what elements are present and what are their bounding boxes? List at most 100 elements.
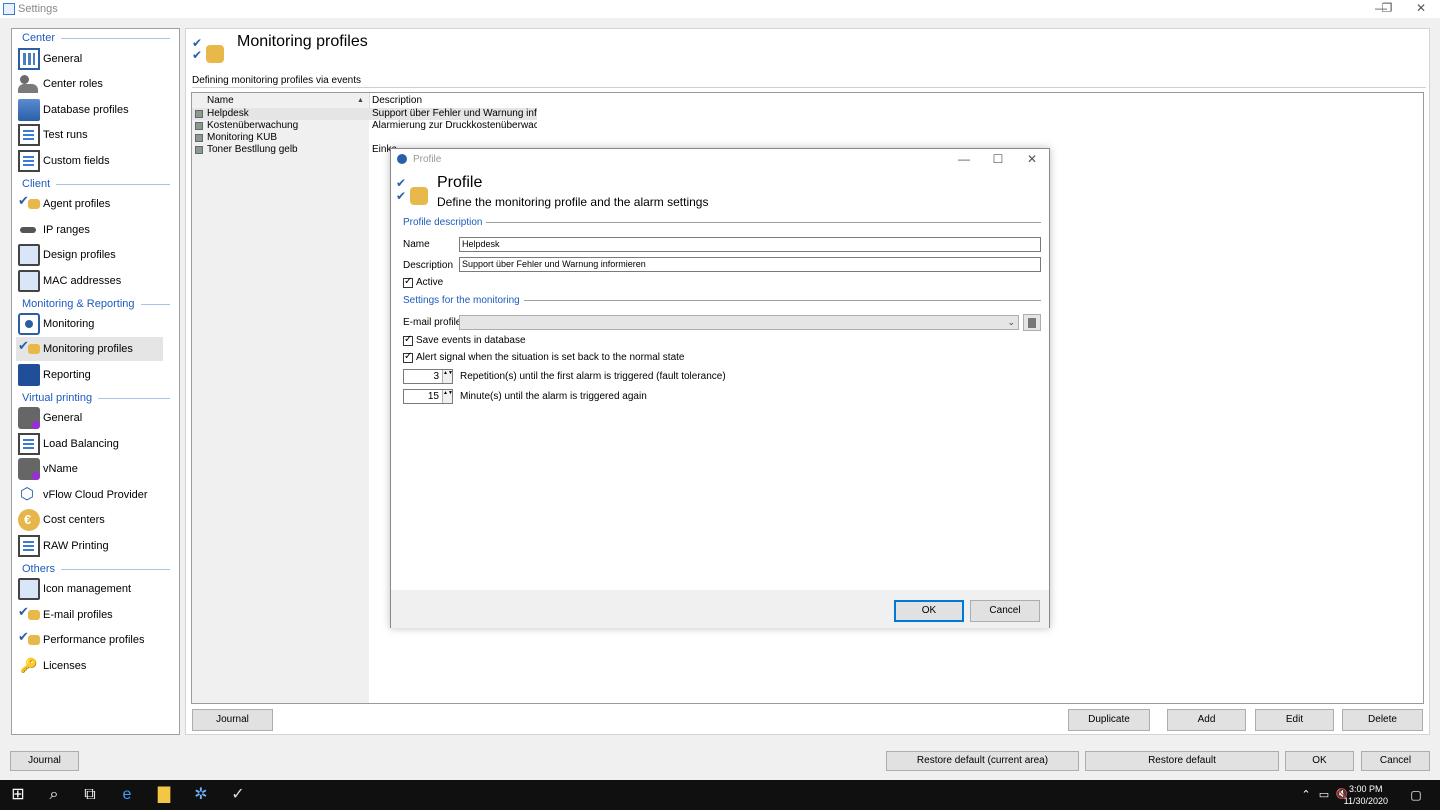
repetitions-stepper[interactable]: 3 ▲▼: [403, 369, 453, 384]
monitoring-profiles-icon: [192, 37, 226, 67]
description-input[interactable]: Support über Fehler und Warnung informie…: [459, 257, 1041, 272]
profile-icon: [195, 134, 203, 142]
active-checkbox[interactable]: Active: [403, 276, 443, 288]
app-icon[interactable]: ✲: [191, 785, 211, 805]
checkbox-checked-icon: [403, 276, 413, 288]
add-button[interactable]: Add: [1167, 709, 1246, 731]
nav-item-design-profiles[interactable]: Design profiles: [16, 243, 163, 267]
table-row[interactable]: Kostenüberwachung Alarmierung zur Druckko…: [192, 120, 537, 132]
table-row[interactable]: Helpdesk Support über Fehler und Warnung …: [192, 108, 537, 120]
task-view-icon[interactable]: ⧉: [80, 785, 100, 805]
nav-item-vflow-cloud-provider[interactable]: vFlow Cloud Provider: [16, 483, 163, 507]
document-icon: [18, 433, 40, 455]
footer-cancel-button[interactable]: Cancel: [1361, 751, 1430, 771]
checkbox-checked-icon: [403, 351, 413, 363]
checklist-icon: [18, 604, 40, 626]
journal-button[interactable]: Journal: [192, 709, 273, 731]
nav-item-performance-profiles[interactable]: Performance profiles: [16, 628, 163, 652]
nav-item-cost-centers[interactable]: Cost centers: [16, 508, 163, 532]
footer-ok-button[interactable]: OK: [1285, 751, 1354, 771]
nav-item-reporting[interactable]: Reporting: [16, 363, 163, 387]
search-icon[interactable]: ⌕: [44, 785, 64, 805]
nav-item-database-profiles[interactable]: Database profiles: [16, 98, 163, 122]
checkbox-checked-icon: [403, 334, 413, 346]
nav-item-vname[interactable]: vName: [16, 457, 163, 481]
monitor-icon: [18, 270, 40, 292]
monitor-icon: [18, 578, 40, 600]
nav-item-email-profiles[interactable]: E-mail profiles: [16, 603, 163, 627]
settings-app-icon[interactable]: ✓: [228, 785, 248, 805]
nav-item-test-runs[interactable]: Test runs: [16, 123, 163, 147]
name-label: Name: [403, 239, 430, 250]
plug-icon: [18, 219, 40, 241]
windows-start-icon[interactable]: ⊞: [8, 785, 28, 805]
email-profile-select[interactable]: ⌄: [459, 315, 1019, 330]
restore-default-button[interactable]: Restore default: [1085, 751, 1279, 771]
nav-item-monitoring-profiles[interactable]: Monitoring profiles: [16, 337, 163, 361]
nav-section-others: Others: [22, 563, 170, 575]
document-icon: [18, 150, 40, 172]
file-explorer-icon[interactable]: ▇: [154, 785, 174, 805]
table-row[interactable]: Monitoring KUB: [192, 132, 537, 144]
email-profile-label: E-mail profile: [403, 317, 462, 328]
page-title: Monitoring profiles: [237, 33, 368, 50]
nav-item-general[interactable]: General: [16, 47, 163, 71]
section-divider: [192, 87, 1426, 88]
target-icon: [18, 313, 40, 335]
dialog-ok-button[interactable]: OK: [894, 600, 964, 622]
dialog-window-title: Profile: [413, 154, 442, 165]
close-button[interactable]: ✕: [1404, 0, 1438, 18]
printer-icon: [18, 407, 40, 429]
dialog-cancel-button[interactable]: Cancel: [970, 600, 1040, 622]
delete-button[interactable]: Delete: [1342, 709, 1423, 731]
monitor-icon: [18, 244, 40, 266]
nav-item-load-balancing[interactable]: Load Balancing: [16, 432, 163, 456]
profile-dialog: Profile — ☐ ✕ Profile Define the monitor…: [390, 148, 1050, 628]
nav-item-ip-ranges[interactable]: IP ranges: [16, 218, 163, 242]
footer-journal-button[interactable]: Journal: [10, 751, 79, 771]
window-titlebar: Settings — ❐ ✕: [0, 0, 1440, 18]
nav-section-client: Client: [22, 178, 170, 190]
minutes-stepper[interactable]: 15 ▲▼: [403, 389, 453, 404]
nav-item-licenses[interactable]: Licenses: [16, 654, 163, 678]
grid-icon: [18, 48, 40, 70]
restore-default-current-button[interactable]: Restore default (current area): [886, 751, 1079, 771]
alert-signal-checkbox[interactable]: Alert signal when the situation is set b…: [403, 351, 684, 363]
nav-item-vp-general[interactable]: General: [16, 406, 163, 430]
checklist-icon: [18, 193, 40, 215]
system-clock[interactable]: 3:00 PM 11/30/2020: [1344, 783, 1388, 807]
document-icon: [18, 535, 40, 557]
minutes-label: Minute(s) until the alarm is triggered a…: [460, 391, 647, 402]
nav-item-custom-fields[interactable]: Custom fields: [16, 149, 163, 173]
save-events-checkbox[interactable]: Save events in database: [403, 334, 526, 346]
column-header-description[interactable]: Description: [372, 95, 422, 109]
monitoring-profile-icon: [396, 177, 430, 209]
edge-browser-icon[interactable]: e: [117, 785, 137, 805]
nav-item-center-roles[interactable]: Center roles: [16, 72, 163, 96]
email-profile-browse-button[interactable]: [1023, 314, 1041, 331]
nav-item-monitoring[interactable]: Monitoring: [16, 312, 163, 336]
euro-icon: [18, 509, 40, 531]
notifications-icon[interactable]: ▢: [1406, 785, 1426, 805]
duplicate-button[interactable]: Duplicate: [1068, 709, 1150, 731]
dialog-close-button[interactable]: ✕: [1017, 151, 1047, 167]
description-label: Description: [403, 260, 454, 271]
stepper-arrows-icon[interactable]: ▲▼: [442, 390, 453, 403]
people-icon: [18, 73, 40, 95]
key-icon: [18, 655, 40, 677]
restore-button[interactable]: ❐: [1370, 0, 1404, 18]
column-header-name[interactable]: Name: [207, 95, 234, 109]
name-input[interactable]: Helpdesk: [459, 237, 1041, 252]
stepper-arrows-icon[interactable]: ▲▼: [442, 370, 453, 383]
nav-item-icon-management[interactable]: Icon management: [16, 577, 163, 601]
settings-navigation: Center General Center roles Database pro…: [11, 28, 180, 735]
dialog-maximize-button[interactable]: ☐: [983, 151, 1013, 167]
tray-chevron-icon[interactable]: ⌃: [1296, 785, 1316, 805]
network-icon[interactable]: ▭: [1314, 785, 1334, 805]
edit-button[interactable]: Edit: [1255, 709, 1334, 731]
nav-item-agent-profiles[interactable]: Agent profiles: [16, 192, 163, 216]
dialog-minimize-button[interactable]: —: [949, 151, 979, 167]
profile-icon: [195, 146, 203, 154]
nav-item-mac-addresses[interactable]: MAC addresses: [16, 269, 163, 293]
nav-item-raw-printing[interactable]: RAW Printing: [16, 534, 163, 558]
